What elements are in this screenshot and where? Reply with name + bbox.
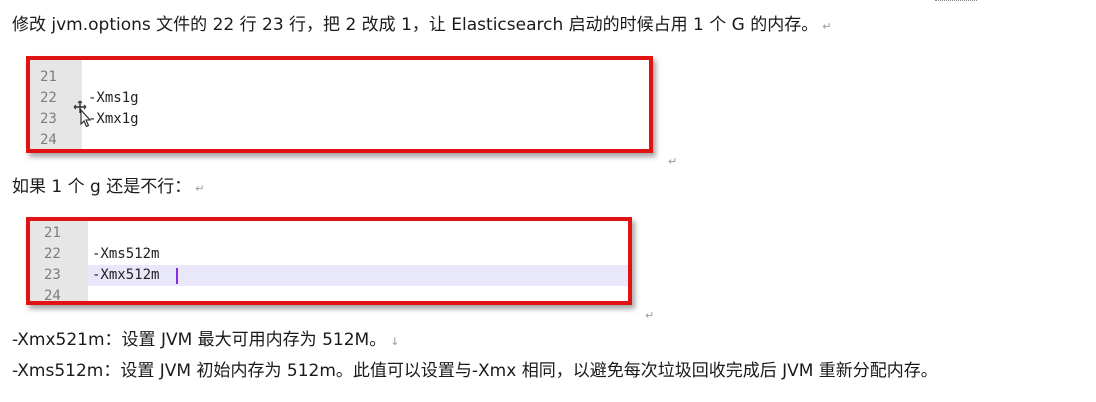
top-divider (935, 0, 977, 3)
code-text: -Xms512m (92, 246, 160, 262)
code-text: -Xms1g (88, 90, 139, 106)
code-line: 21 (30, 223, 628, 244)
paragraph-xms: -Xms512m：设置 JVM 初始内存为 512m。此值可以设置与-Xmx 相… (12, 360, 938, 382)
code-text: -Xmx1g (88, 111, 139, 127)
paragraph-fallback: 如果 1 个 g 还是不行： ↵ (12, 176, 204, 200)
code-line: 24 (30, 286, 628, 304)
paragraph-xmx: -Xmx521m：设置 JVM 最大可用内存为 512M。 ↓ (12, 329, 399, 353)
paragraph-mark: ↵ (668, 155, 678, 168)
code-line: 24 (30, 130, 649, 149)
text-caret (176, 268, 178, 284)
code-line: 22 -Xms1g (30, 88, 649, 109)
paragraph-mark: ↵ (645, 309, 655, 322)
line-number: 21 (44, 225, 61, 241)
line-number: 22 (44, 246, 61, 262)
line-number: 24 (40, 132, 57, 148)
paragraph-mark: ↵ (195, 182, 205, 195)
code-line: 23 -Xmx1g (30, 109, 649, 130)
paragraph-mark: ↵ (822, 20, 832, 33)
code-line: 22 -Xms512m (30, 244, 628, 265)
paragraph-xms-text: -Xms512m：设置 JVM 初始内存为 512m。此值可以设置与-Xmx 相… (12, 361, 938, 381)
code-line: 21 (30, 67, 649, 88)
code-block-2: 21 22 -Xms512m 23 -Xmx512m 24 (26, 217, 632, 305)
code-line: 23 -Xmx512m (30, 265, 628, 286)
code-block-1: 21 22 -Xms1g 23 -Xmx1g 24 (26, 56, 653, 153)
paragraph-fallback-text: 如果 1 个 g 还是不行： (12, 177, 192, 197)
line-number: 23 (44, 267, 61, 283)
paragraph-xmx-text: -Xmx521m：设置 JVM 最大可用内存为 512M。 (12, 330, 387, 350)
line-number: 23 (40, 111, 57, 127)
paragraph-mark: ↓ (390, 335, 400, 348)
paragraph-intro-text: 修改 jvm.options 文件的 22 行 23 行，把 2 改成 1，让 … (12, 15, 819, 35)
line-number: 21 (40, 69, 57, 85)
move-cursor-icon (73, 100, 92, 128)
code-text: -Xmx512m (92, 267, 160, 283)
line-number: 24 (44, 288, 61, 304)
line-number: 22 (40, 90, 57, 106)
paragraph-intro: 修改 jvm.options 文件的 22 行 23 行，把 2 改成 1，让 … (12, 14, 831, 38)
